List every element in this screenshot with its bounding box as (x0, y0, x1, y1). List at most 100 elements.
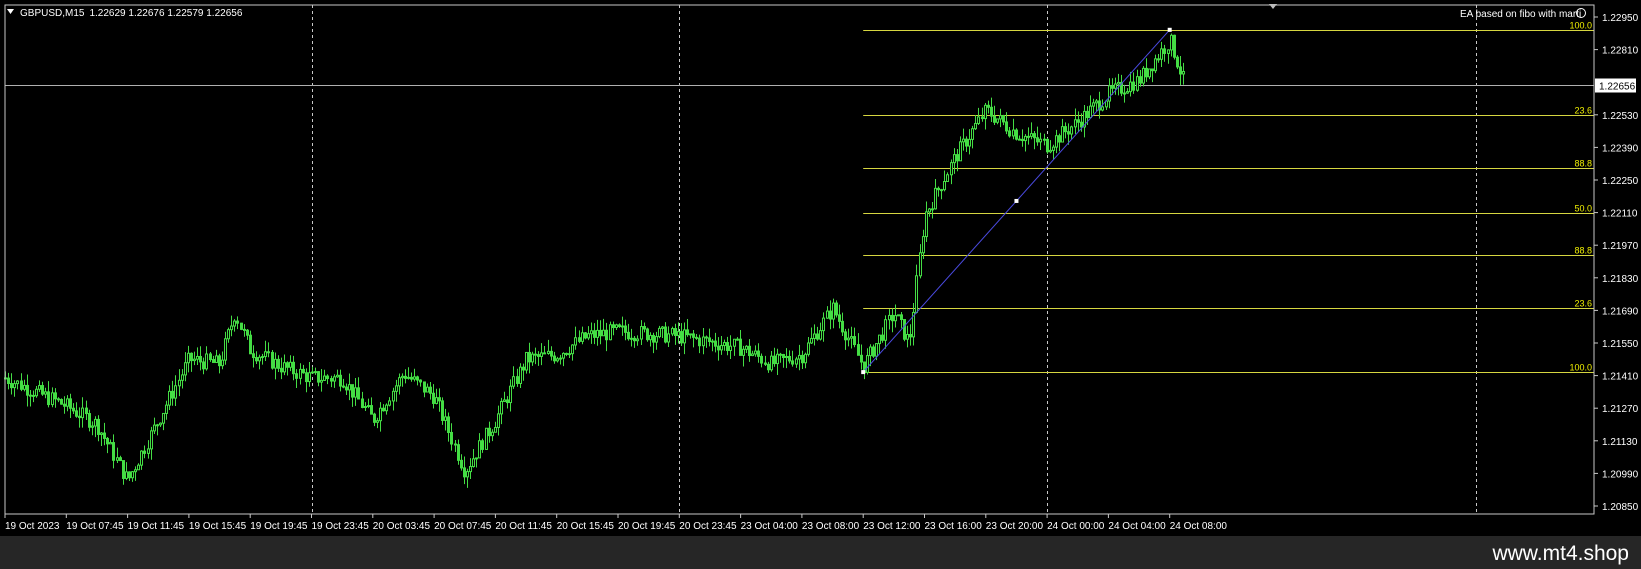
candle-body (605, 329, 608, 341)
candle-body (342, 385, 345, 388)
candle-body (1114, 83, 1117, 89)
candle-body (1036, 137, 1039, 143)
candle-body (295, 373, 298, 379)
chart-area[interactable]: 100.0 23.6 88.8 50.0 88.8 23.6 100.0 1.22950 1.… (0, 0, 1641, 536)
candle-body (299, 368, 302, 379)
candle-body (981, 116, 984, 120)
candle-body (475, 457, 478, 460)
grid-layer (5, 5, 1594, 514)
candle-body (726, 342, 729, 351)
candle-body (246, 329, 249, 336)
x-tick-label: 20 Oct 11:45 (495, 521, 552, 532)
candle-body (900, 314, 903, 321)
candle-body (599, 329, 602, 337)
candle-body (13, 383, 16, 389)
candle-body (581, 332, 584, 342)
candle-body (816, 333, 819, 340)
candle-body (410, 376, 413, 380)
candle-body (407, 376, 410, 379)
candle-body (16, 380, 19, 385)
candle-body (943, 181, 946, 191)
y-tick-label: 1.21550 (1602, 339, 1639, 350)
candle-body (454, 443, 457, 446)
candle-body (32, 394, 35, 397)
candle-body (683, 329, 686, 344)
candle-body (733, 338, 736, 347)
trendline-anchor[interactable] (1167, 27, 1172, 32)
candle-body (612, 324, 615, 329)
candle-body (88, 413, 91, 428)
candle-body (26, 384, 29, 396)
candle-body (1046, 138, 1049, 153)
candle-body (181, 374, 184, 381)
candle-body (568, 353, 571, 356)
candle-body (677, 331, 680, 336)
candle-body (488, 427, 491, 437)
candle-body (1021, 138, 1024, 142)
candle-body (999, 115, 1002, 120)
y-tick-label: 1.22810 (1602, 46, 1639, 57)
candle-body (432, 392, 435, 404)
candle-body (965, 138, 968, 147)
candle-body (791, 360, 794, 365)
candle-body (323, 375, 326, 381)
candle-body (305, 372, 308, 383)
y-tick-label: 1.20850 (1602, 502, 1639, 513)
candle-body (379, 407, 382, 422)
candle-body (931, 208, 934, 211)
candle-body (78, 415, 81, 419)
candle-body (1163, 48, 1166, 54)
candle-body (723, 342, 726, 347)
candle-body (311, 371, 314, 374)
candle-body (240, 322, 243, 330)
candle-body (147, 448, 150, 454)
plot-frame (4, 4, 1595, 515)
price-chart[interactable]: 100.023.688.850.088.823.6100.0 1.229501.… (0, 0, 1641, 536)
candle-body (974, 122, 977, 130)
candle-body (798, 354, 801, 360)
shift-marker-icon[interactable] (1269, 4, 1277, 9)
candle-body (1052, 146, 1055, 151)
trendline-anchor[interactable] (1014, 198, 1019, 203)
candle-body (788, 355, 791, 362)
candle-body (401, 375, 404, 379)
candle-body (286, 362, 289, 368)
candle-body (466, 471, 469, 478)
candle-body (23, 384, 26, 390)
candle-body (373, 413, 376, 423)
candle-body (875, 343, 878, 357)
candle-body (1055, 135, 1058, 148)
candle-body (748, 345, 751, 357)
candle-body (1142, 67, 1145, 84)
candle-body (953, 154, 956, 164)
candle-body (122, 460, 125, 479)
candle-body (81, 407, 84, 419)
candle-body (968, 138, 971, 147)
candle-body (10, 383, 13, 389)
candle-body (1064, 126, 1067, 133)
axes-layer: 1.22950 1.22810 1.22530 1.22390 1.22250 1.221… (4, 4, 1639, 532)
ea-label: EA based on fibo with marti (1460, 9, 1581, 20)
candle-body (150, 430, 153, 450)
candle-body (646, 328, 649, 341)
y-tick-label: 1.22110 (1602, 209, 1638, 220)
candle-body (822, 317, 825, 332)
symbol-timeframe: GBPUSD,M15 (20, 8, 85, 19)
candle-body (395, 385, 398, 392)
candle-body (1002, 115, 1005, 123)
candle-body (267, 351, 270, 354)
candle-body (903, 319, 906, 340)
symbol-collapse-icon[interactable] (7, 9, 14, 14)
candle-body (376, 420, 379, 423)
candle-body (485, 427, 488, 450)
candle-body (348, 384, 351, 391)
candle-body (289, 361, 292, 368)
candle-body (236, 320, 239, 324)
candle-body (928, 208, 931, 213)
candle-body (993, 115, 996, 123)
trendline-anchor[interactable] (861, 370, 866, 375)
candle-body (481, 440, 484, 450)
candle-body (283, 362, 286, 373)
candle-body (633, 337, 636, 342)
candle-body (1033, 133, 1036, 139)
